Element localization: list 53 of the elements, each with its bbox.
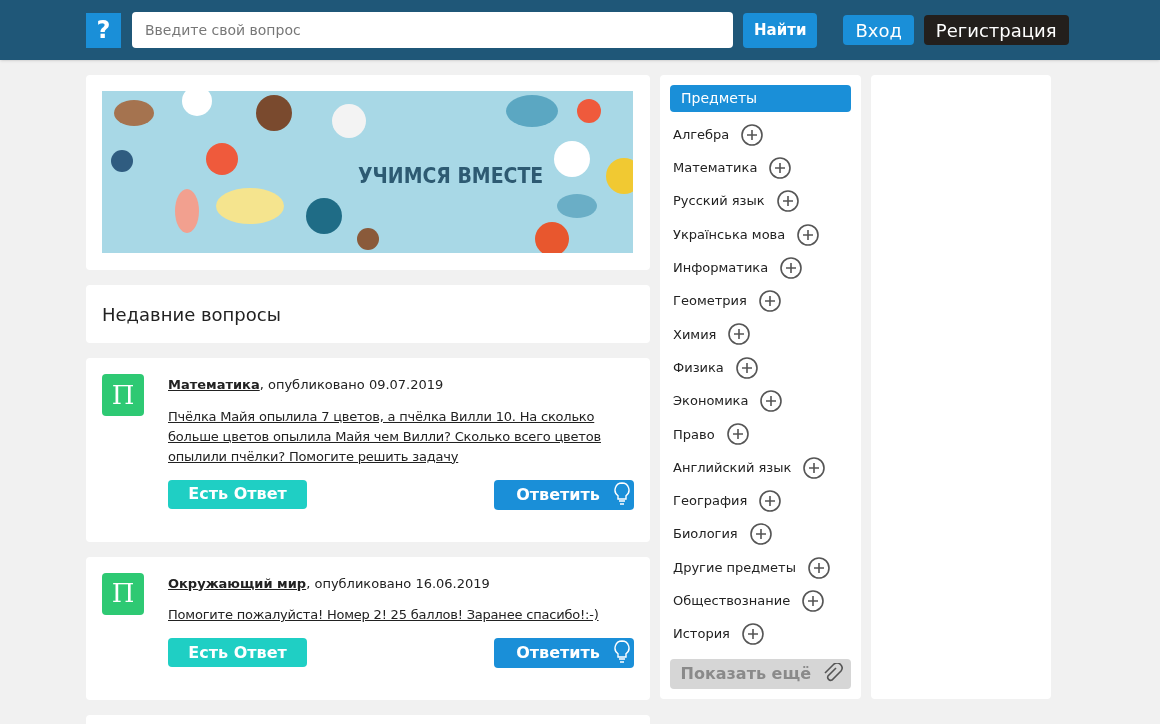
section-title: Недавние вопросы xyxy=(102,302,281,327)
subject-item[interactable]: Русский язык xyxy=(673,191,765,211)
lightbulb-icon xyxy=(614,640,630,664)
add-icon[interactable] xyxy=(741,623,764,646)
login-button[interactable]: Вход xyxy=(843,15,914,45)
subject-item[interactable]: Другие предметы xyxy=(673,557,796,578)
add-icon[interactable] xyxy=(735,356,758,379)
subject-link[interactable]: Математика xyxy=(168,377,260,392)
add-icon[interactable] xyxy=(769,156,792,179)
subject-item[interactable]: Физика xyxy=(673,357,724,378)
avatar: П xyxy=(102,572,144,615)
add-icon[interactable] xyxy=(803,456,826,479)
subject-item[interactable]: Алгебра xyxy=(673,124,730,145)
subject-item[interactable]: Биология xyxy=(673,524,738,544)
question-meta: Математика, опубликовано 09.07.2019 xyxy=(168,376,445,394)
add-icon[interactable] xyxy=(759,489,782,512)
add-icon[interactable] xyxy=(741,123,764,146)
add-icon[interactable] xyxy=(797,223,820,246)
subject-item[interactable]: Информатика xyxy=(673,258,769,278)
panel-title: Предметы xyxy=(670,85,851,112)
add-icon[interactable] xyxy=(802,589,825,612)
add-icon[interactable] xyxy=(758,290,781,313)
subject-item[interactable]: Геометрия xyxy=(673,291,747,311)
subject-item[interactable]: Математика xyxy=(673,158,758,178)
add-icon[interactable] xyxy=(728,323,751,346)
subject-item[interactable]: Право xyxy=(673,424,715,445)
answer-button[interactable]: Ответить xyxy=(494,479,634,510)
add-icon[interactable] xyxy=(726,423,749,446)
add-icon[interactable] xyxy=(776,190,799,213)
answered-badge: Есть Ответ xyxy=(168,479,307,509)
logo-icon[interactable]: ? xyxy=(86,12,121,48)
search-field[interactable]: Введите свой вопрос xyxy=(132,12,733,48)
subject-item[interactable]: История xyxy=(673,624,730,644)
subject-item[interactable]: Экономика xyxy=(673,391,749,411)
avatar: П xyxy=(102,374,144,416)
add-icon[interactable] xyxy=(807,556,830,579)
question-link[interactable]: Пчёлка Майя опылила 7 цветов, а пчёлка Вилли 10. На сколько больше цветов опылила Майя чем Вилли? Сколько всего цветов опылили пчёлки? Помогите решить задачу xyxy=(168,406,634,467)
search-button[interactable]: Найти xyxy=(743,12,818,48)
subject-item[interactable]: Обществознание xyxy=(673,591,791,611)
register-button[interactable]: Регистрация xyxy=(923,15,1069,45)
question-link[interactable]: Помогите пожалуйста! Номер 2! 25 баллов! Заранее спасибо!:-) xyxy=(168,605,634,625)
add-icon[interactable] xyxy=(760,390,783,412)
answered-badge: Есть Ответ xyxy=(168,638,307,667)
subject-item[interactable]: Українська мова xyxy=(673,224,786,245)
add-icon[interactable] xyxy=(780,256,803,279)
question-meta: Окружающий мир, опубликовано 16.06.2019 xyxy=(168,574,491,593)
subject-item[interactable]: Химия xyxy=(673,324,717,345)
answer-button[interactable]: Ответить xyxy=(494,638,634,668)
banner-title: УЧИМСЯ ВМЕСТЕ xyxy=(358,163,544,190)
subject-item[interactable]: Английский язык xyxy=(673,457,792,478)
lightbulb-icon xyxy=(614,481,630,506)
subject-item[interactable]: География xyxy=(673,491,748,511)
add-icon[interactable] xyxy=(749,523,772,546)
